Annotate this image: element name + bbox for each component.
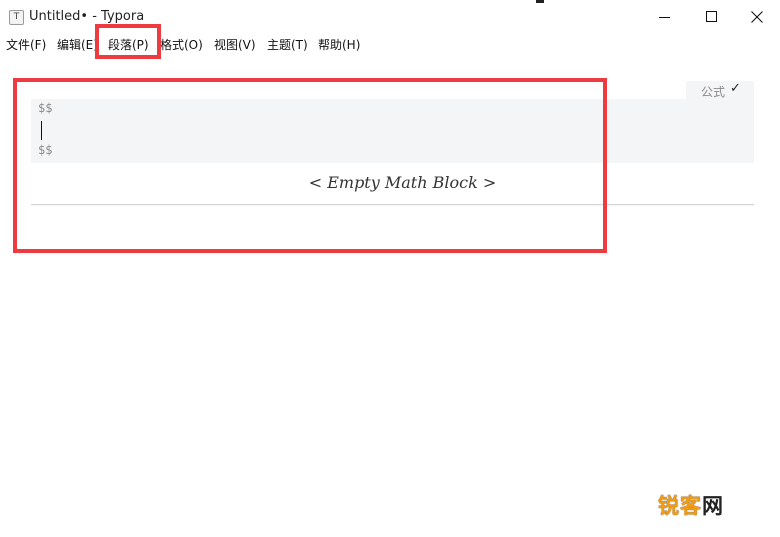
close-button[interactable] [734,0,780,32]
minimize-icon [659,17,670,18]
top-edge-mark [536,0,544,3]
highlight-box-math-block [13,78,607,253]
typora-app-icon: T [9,10,24,25]
highlight-box-paragraph-menu [95,24,161,59]
menu-edit[interactable]: 编辑(E) [57,36,98,53]
maximize-button[interactable] [688,0,734,32]
math-block-label[interactable]: 公式 ✓ [686,81,754,99]
close-icon [751,11,763,23]
checkmark-icon[interactable]: ✓ [730,81,741,96]
menu-file[interactable]: 文件(F) [6,36,46,53]
window-title: Untitled• - Typora [29,9,145,24]
math-block-label-text: 公式 [701,85,726,99]
maximize-icon [706,11,717,22]
watermark-part2: 网 [702,494,724,518]
menu-help[interactable]: 帮助(H) [318,36,360,53]
menu-view[interactable]: 视图(V) [214,36,256,53]
minimize-button[interactable] [642,0,688,32]
menu-format[interactable]: 格式(O) [160,36,203,53]
menu-themes[interactable]: 主题(T) [267,36,308,53]
watermark-part1: 锐客 [658,494,702,518]
watermark-logo: 锐客网 [658,490,724,520]
